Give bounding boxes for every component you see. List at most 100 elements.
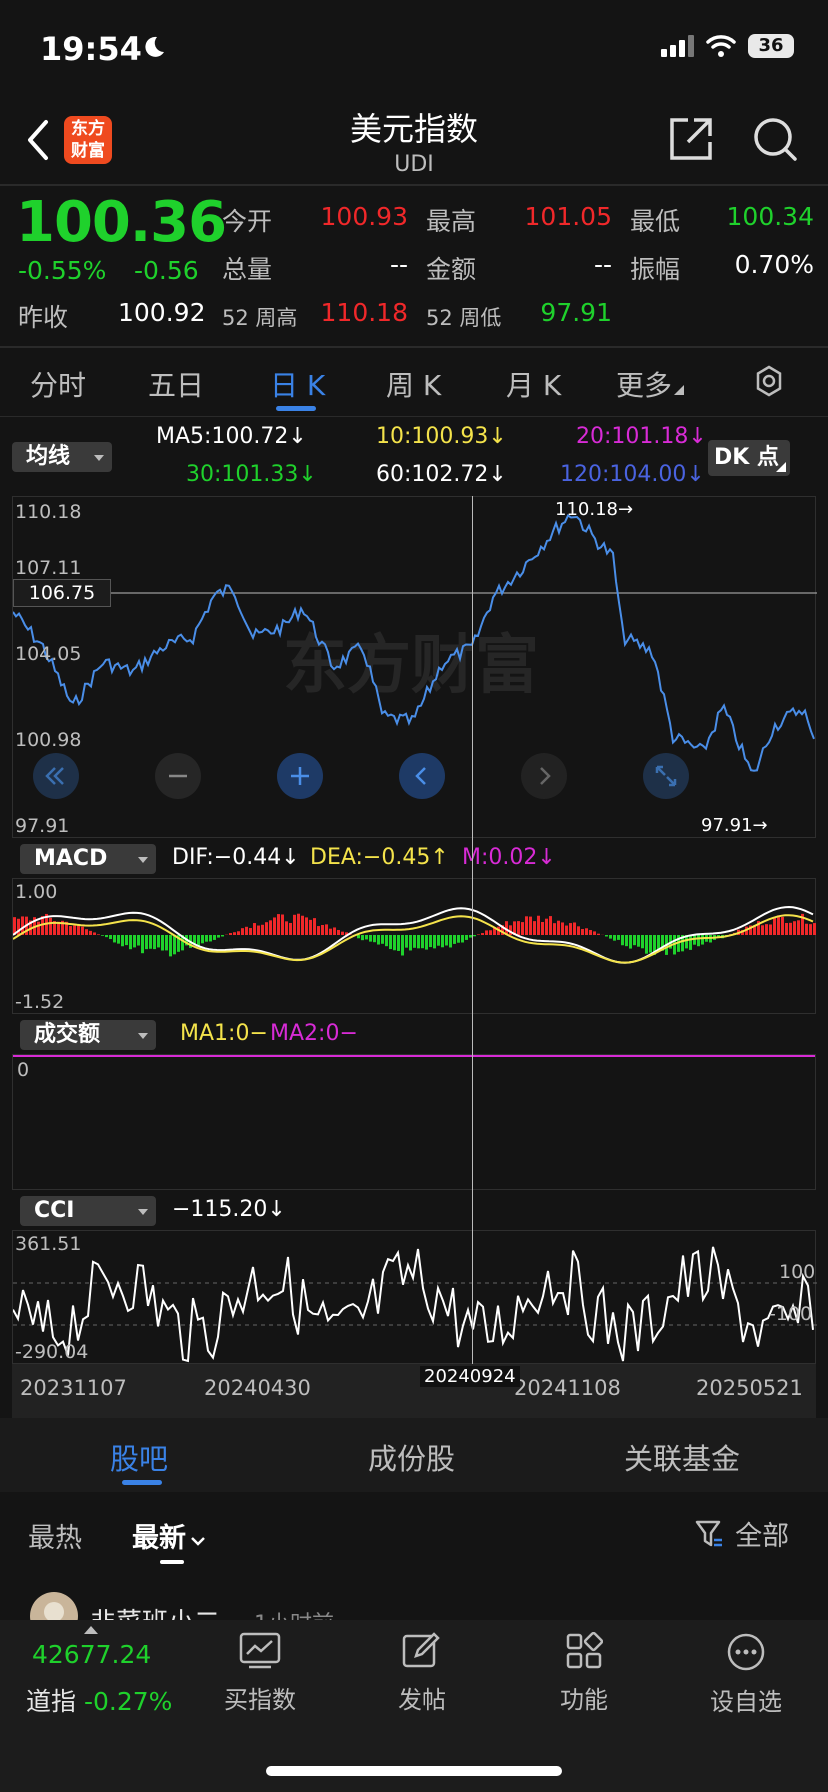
macd-bar [409, 935, 412, 951]
cci-y-bottom: -290.04 [15, 1341, 89, 1363]
filter-all-button[interactable]: 全部 [694, 1514, 789, 1553]
scroll-left-button[interactable] [399, 753, 445, 799]
moon-icon [140, 34, 166, 64]
divider [0, 416, 828, 417]
y-label-2: 107.11 [15, 557, 82, 579]
macd-bar [761, 925, 764, 935]
zoom-out-button[interactable] [155, 753, 201, 799]
ticker-value[interactable]: 42677.24 [32, 1640, 151, 1669]
macd-bar [301, 915, 304, 935]
cci-value: −115.20↓ [172, 1197, 286, 1222]
dif-line [13, 905, 814, 964]
share-icon[interactable] [668, 116, 714, 166]
macd-bar [609, 935, 612, 939]
grid-icon [566, 1631, 604, 1669]
macd-bar [69, 926, 72, 935]
macd-bar [105, 935, 108, 938]
macd-selector[interactable]: MACD [20, 844, 156, 874]
feed-hot-tab[interactable]: 最热 [28, 1516, 82, 1555]
minus-icon [169, 774, 187, 778]
y-label-4: 100.98 [15, 729, 82, 751]
cci-panel[interactable]: 361.51 -290.04 100 -100 [12, 1230, 817, 1364]
macd-bar [129, 935, 132, 950]
cci-selector-label: CCI [34, 1198, 75, 1223]
ma10-value: 10:100.93↓ [376, 424, 507, 449]
ma5-value: MA5:100.72↓ [156, 424, 307, 449]
macd-bar [417, 935, 420, 949]
macd-bar [457, 935, 460, 943]
macd-bar [37, 921, 40, 935]
macd-bar [165, 935, 168, 951]
macd-bar [393, 935, 396, 951]
cci-chart [13, 1246, 817, 1363]
macd-bar [161, 935, 164, 951]
search-icon[interactable] [752, 116, 798, 166]
volume-panel[interactable]: 0 [12, 1054, 816, 1190]
macd-bar [117, 935, 120, 944]
macd-bar [453, 935, 456, 944]
macd-bar [233, 932, 236, 935]
macd-bar [533, 921, 536, 935]
macd-bar [541, 921, 544, 935]
chevron-down-icon [191, 1537, 205, 1546]
w52-high-label: 52 周高 [222, 306, 298, 330]
high-label: 最高 [426, 207, 477, 236]
nav-post[interactable]: 发帖 [362, 1632, 482, 1715]
macd-bar [785, 923, 788, 935]
macd-panel[interactable]: 1.00 -1.52 [12, 878, 816, 1014]
volume-y-zero: 0 [17, 1059, 30, 1081]
macd-bar [145, 935, 148, 950]
cci-selector[interactable]: CCI [20, 1196, 156, 1226]
nav-add-watchlist[interactable]: 设自选 [686, 1632, 806, 1717]
tab-more[interactable]: 更多 [616, 364, 685, 404]
home-indicator [266, 1766, 562, 1776]
tab-constituents[interactable]: 成份股 [368, 1436, 455, 1478]
tab-intraday[interactable]: 分时 [30, 364, 86, 404]
macd-bar [701, 935, 704, 945]
macd-bar [529, 916, 532, 935]
macd-bar [809, 924, 812, 935]
scroll-right-button[interactable] [521, 753, 567, 799]
macd-bar [245, 926, 248, 935]
macd-bar [197, 935, 200, 946]
tab-monthly-k[interactable]: 月 K [506, 364, 561, 404]
macd-bar [769, 924, 772, 935]
ticker-line[interactable]: 道指 -0.27% [26, 1682, 172, 1718]
macd-bar [637, 935, 640, 947]
tab-daily-k[interactable]: 日 K [270, 364, 325, 404]
scroll-start-button[interactable] [33, 753, 79, 799]
macd-m: M:0.02↓ [462, 845, 556, 870]
macd-bar [441, 935, 444, 948]
macd-bar [621, 935, 624, 946]
tab-weekly-k[interactable]: 周 K [386, 364, 441, 404]
nav-buy-index[interactable]: 买指数 [200, 1632, 320, 1715]
macd-bar [777, 915, 780, 935]
zoom-in-button[interactable] [277, 753, 323, 799]
amount-label: 金额 [426, 255, 477, 284]
tab-guba[interactable]: 股吧 [110, 1436, 168, 1478]
macd-bar [489, 930, 492, 935]
ticker-expand-icon[interactable] [84, 1626, 98, 1634]
macd-bar [273, 917, 276, 935]
macd-bar [81, 926, 84, 935]
feed-newest-tab[interactable]: 最新 [132, 1516, 206, 1555]
divider [0, 346, 828, 348]
nav-functions[interactable]: 功能 [524, 1631, 644, 1715]
tab-five-day[interactable]: 五日 [148, 364, 204, 404]
macd-bar [365, 935, 368, 940]
macd-bar [269, 920, 272, 935]
tab-related-funds[interactable]: 关联基金 [624, 1436, 740, 1478]
ma-selector[interactable]: 均线 [12, 442, 112, 472]
macd-chart [13, 905, 816, 964]
settings-gear-icon[interactable] [752, 364, 786, 402]
dk-point-button[interactable]: DK 点 [708, 440, 790, 476]
x-label-1: 20231107 [20, 1376, 127, 1400]
volume-selector[interactable]: 成交额 [20, 1020, 156, 1050]
amount-value: -- [593, 250, 612, 279]
fullscreen-button[interactable] [643, 753, 689, 799]
wifi-icon [706, 35, 736, 57]
price-chart-panel[interactable]: 东方财富 110.18 107.11 104.05 100.98 97.91 1… [12, 496, 817, 838]
x-label-2: 20240430 [204, 1376, 311, 1400]
volume-label: 总量 [222, 255, 273, 284]
tab-active-indicator [276, 406, 316, 411]
